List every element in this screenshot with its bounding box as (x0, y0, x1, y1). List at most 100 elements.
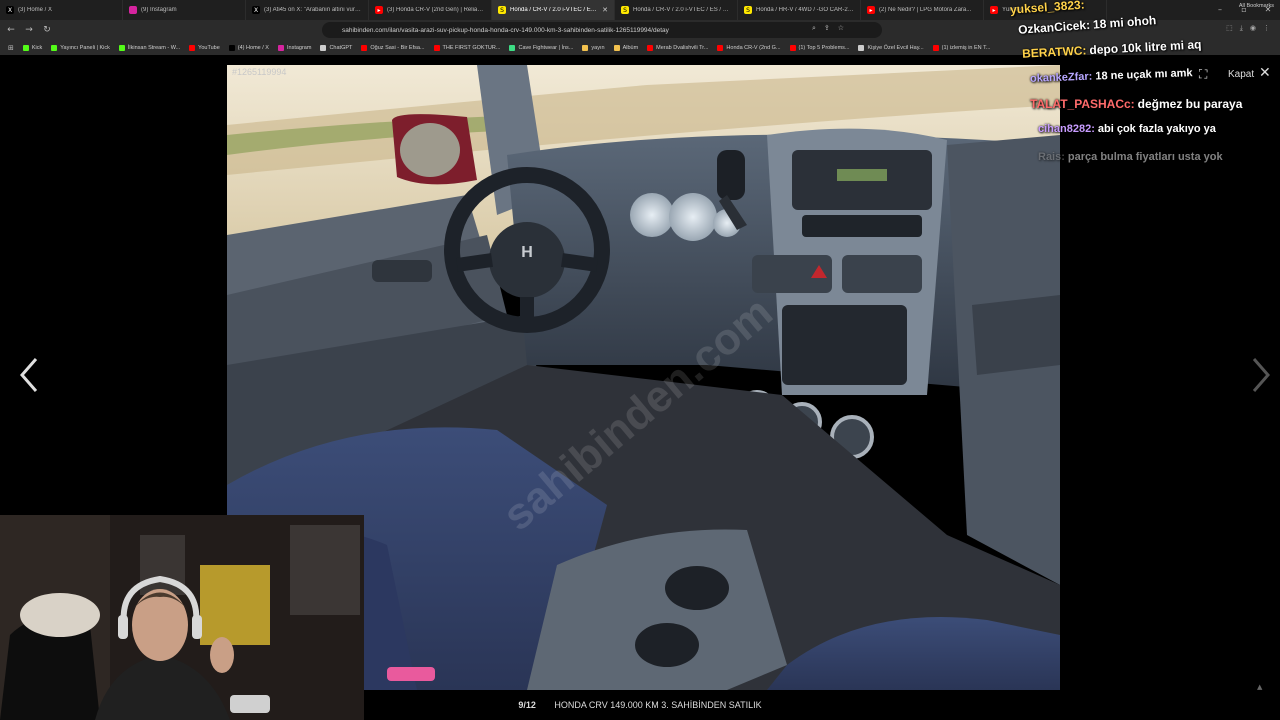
bookmark-item[interactable]: Honda CR-V (2nd G... (717, 44, 781, 51)
bookmark-star-icon[interactable]: ☆ (838, 24, 844, 33)
bookmark-item[interactable]: Instagram (277, 44, 312, 51)
bookmark-favicon-icon (189, 44, 196, 51)
chat-text: depo 10k litre mi aq (1089, 37, 1202, 58)
bookmark-label: yayın (591, 44, 605, 51)
bookmark-favicon-icon (361, 44, 368, 51)
bookmark-item[interactable]: (1) Top 5 Problems... (789, 44, 850, 51)
youtube-icon: ▸ (990, 6, 998, 14)
bookmark-label: Kick (31, 44, 43, 51)
bookmark-item[interactable]: Oğuz Sasi - Bir Efsa... (361, 44, 425, 51)
listing-title: HONDA CRV 149.000 KM 3. SAHİBİNDEN SATIL… (554, 700, 762, 710)
bookmark-label: Cave Fightwear | İns... (518, 44, 574, 51)
tab-title: (3) Honda CR-V (2nd Gen) | Reliabili... (387, 7, 485, 13)
chat-text: değmez bu paraya (1137, 97, 1243, 111)
instagram-icon (129, 6, 137, 14)
bookmark-item[interactable]: Albüm (613, 44, 638, 51)
chat-username: Rais: (1038, 151, 1065, 163)
bookmark-favicon-icon (613, 44, 620, 51)
bookmark-favicon-icon (320, 44, 327, 51)
bookmark-item[interactable]: (1) izlemiş in EN T... (932, 44, 991, 51)
browser-tab[interactable]: ▸ (2) Ne Nedir? | LPG Motora Zara... (861, 0, 984, 20)
bookmark-item[interactable]: Cave Fightwear | İns... (509, 44, 574, 51)
bookmark-item[interactable]: Kişiye Özel Evcil Hay... (858, 44, 924, 51)
browser-tab[interactable]: S Honda / CR-V / 2.0 i-VTEC / ES / MA... (615, 0, 738, 20)
chat-text (1087, 0, 1088, 11)
bookmark-label: Oğuz Sasi - Bir Efsa... (370, 44, 425, 51)
stream-chat-overlay: yuksel_3823: OzkanCicek: 18 mi ohoh BERATWC… (1010, 0, 1280, 170)
chat-message: yuksel_3823: (1010, 0, 1089, 17)
bookmark-label: Kişiye Özel Evcil Hay... (867, 44, 924, 51)
bookmark-item[interactable]: THE FIRST GOKTUR... (433, 44, 501, 51)
chat-text: 18 mi ohoh (1092, 13, 1157, 32)
scroll-up-icon[interactable]: ▲ (1257, 683, 1262, 691)
x-icon: X (252, 6, 260, 14)
bookmark-label: THE FIRST GOKTUR... (442, 44, 501, 51)
bookmark-item[interactable]: İlkinsan Stream - W... (118, 44, 181, 51)
chat-username: BERATWC: (1021, 43, 1087, 61)
chat-text: 18 ne uçak mı amk (1095, 67, 1193, 83)
bookmark-favicon-icon (647, 44, 654, 51)
forward-icon[interactable]: → (22, 25, 36, 35)
chat-message: cihan8282: abi çok fazla yakıyo ya (1038, 123, 1216, 135)
bookmark-label: İlkinsan Stream - W... (127, 44, 181, 51)
share-icon[interactable]: ⇪ (824, 24, 830, 33)
bookmark-item[interactable]: Merab Dvalishvili Tr... (647, 44, 708, 51)
bookmark-favicon-icon (118, 44, 125, 51)
chat-message: Rais: parça bulma fiyatları usta yok (1038, 151, 1223, 163)
photo-counter: 9/12 (518, 700, 536, 710)
browser-tab[interactable]: X (3) Ati45 on X: "Arabanın altını vurdu.… (246, 0, 369, 20)
chat-username: TALAT_PASHACc: (1030, 97, 1135, 111)
bookmark-favicon-icon (22, 44, 29, 51)
bookmark-favicon-icon (932, 44, 939, 51)
bookmark-label: ChatGPT (329, 44, 353, 51)
bookmark-item[interactable]: (4) Home / X (228, 44, 269, 51)
reload-icon[interactable]: ↻ (40, 25, 54, 35)
bookmark-label: Instagram (286, 44, 312, 51)
bookmark-label: Yayıncı Paneli | Kick (60, 44, 110, 51)
bookmark-favicon-icon (51, 44, 58, 51)
apps-icon[interactable]: ⊞ (8, 44, 14, 52)
sahibinden-icon: S (744, 6, 752, 14)
bookmark-item[interactable]: Kick (22, 44, 43, 51)
bookmark-label: YouTube (198, 44, 220, 51)
tab-title: (2) Ne Nedir? | LPG Motora Zara... (879, 7, 972, 13)
chat-username: OzkanCicek: (1017, 17, 1091, 37)
browser-tab[interactable]: S Honda / CR-V / 2.0 i-VTEC / ES /... ✕ (492, 0, 615, 20)
chat-username: yuksel_3823: (1009, 0, 1086, 17)
tab-title: (9) Instagram (141, 7, 177, 13)
tab-close-icon[interactable]: ✕ (602, 6, 608, 14)
bookmark-favicon-icon (717, 44, 724, 51)
sahibinden-icon: S (498, 6, 506, 14)
bookmark-label: (1) izlemiş in EN T... (941, 44, 991, 51)
browser-tab[interactable]: ▸ (3) Honda CR-V (2nd Gen) | Reliabili... (369, 0, 492, 20)
bookmark-favicon-icon (433, 44, 440, 51)
previous-photo-icon[interactable] (14, 355, 44, 395)
tab-title: Honda / HR-V / 4WD / -GO CAR-20... (756, 7, 854, 13)
browser-tab[interactable]: (9) Instagram (123, 0, 246, 20)
bookmark-item[interactable]: Yayıncı Paneli | Kick (51, 44, 110, 51)
back-icon[interactable]: ← (4, 25, 18, 35)
youtube-icon: ▸ (375, 6, 383, 14)
bookmark-item[interactable]: YouTube (189, 44, 220, 51)
bookmark-item[interactable]: yayın (582, 44, 605, 51)
browser-tab[interactable]: S Honda / HR-V / 4WD / -GO CAR-20... (738, 0, 861, 20)
svg-text:H: H (521, 244, 533, 261)
browser-tab[interactable]: X (3) Home / X (0, 0, 123, 20)
tab-title: Honda / CR-V / 2.0 i-VTEC / ES / MA... (633, 7, 731, 13)
address-bar-actions: ⌕ ⇪ ☆ (812, 24, 844, 33)
chat-message: okankeZfar: 18 ne uçak mı amk (1030, 67, 1193, 85)
bookmark-item[interactable]: ChatGPT (320, 44, 353, 51)
bookmark-label: (1) Top 5 Problems... (798, 44, 850, 51)
chat-message: TALAT_PASHACc: değmez bu paraya (1030, 97, 1242, 111)
next-photo-icon[interactable] (1246, 355, 1276, 395)
chat-text: parça bulma fiyatları usta yok (1067, 151, 1223, 163)
bookmark-favicon-icon (228, 44, 235, 51)
address-bar[interactable]: sahibinden.com/ilan/vasita-arazi-suv-pic… (322, 22, 882, 38)
x-icon: X (6, 6, 14, 14)
tab-title: Honda / CR-V / 2.0 i-VTEC / ES /... (510, 7, 599, 13)
tab-title: (3) Home / X (18, 7, 53, 13)
chat-text: abi çok fazla yakıyo ya (1097, 123, 1216, 135)
youtube-icon: ▸ (867, 6, 875, 14)
zoom-icon[interactable]: ⌕ (812, 24, 816, 33)
chat-username: cihan8282: (1038, 123, 1095, 135)
